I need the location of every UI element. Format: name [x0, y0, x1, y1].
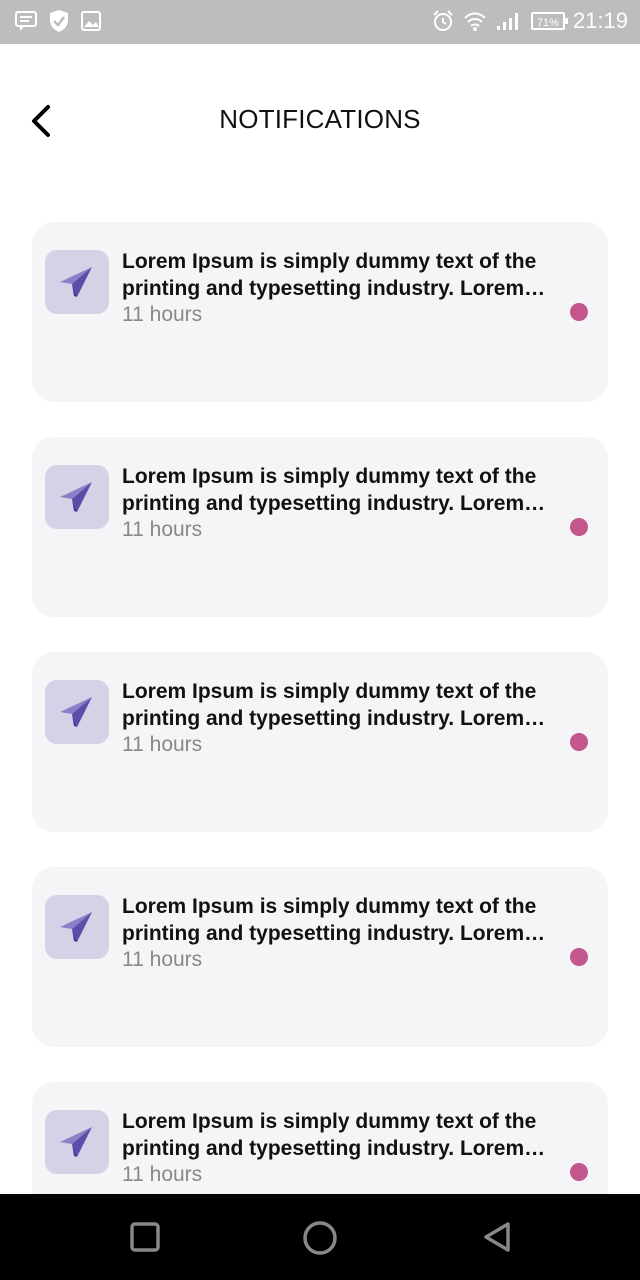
navigation-bar — [0, 1194, 640, 1280]
image-icon — [80, 10, 102, 32]
notification-text: Lorem Ipsum is simply dummy text of the … — [122, 1108, 552, 1188]
notification-message: Lorem Ipsum is simply dummy text of the … — [122, 465, 537, 515]
home-icon — [303, 1221, 337, 1255]
notification-text: Lorem Ipsum is simply dummy text of the … — [122, 463, 552, 543]
notification-text: Lorem Ipsum is simply dummy text of the … — [122, 248, 552, 328]
paper-plane-icon — [45, 680, 109, 744]
notification-message: Lorem Ipsum is simply dummy text of the … — [122, 1110, 537, 1160]
notification-time: 11 hours — [122, 733, 203, 756]
recent-apps-icon — [130, 1222, 160, 1252]
unread-indicator — [570, 733, 588, 751]
notification-card[interactable]: Lorem Ipsum is simply dummy text of the … — [32, 222, 608, 402]
system-back-button[interactable] — [480, 1220, 514, 1259]
notification-text: Lorem Ipsum is simply dummy text of the … — [122, 678, 552, 758]
notification-card[interactable]: Lorem Ipsum is simply dummy text of the … — [32, 867, 608, 1047]
status-bar: 71% 21:19 — [0, 0, 640, 44]
notification-list[interactable]: Lorem Ipsum is simply dummy text of the … — [32, 222, 608, 1194]
status-right-icons: 71% 21:19 — [431, 8, 628, 34]
notification-time: 11 hours — [122, 1163, 203, 1186]
signal-icon — [495, 10, 523, 32]
paper-plane-icon — [45, 250, 109, 314]
notification-card[interactable]: Lorem Ipsum is simply dummy text of the … — [32, 1082, 608, 1194]
notification-time: 11 hours — [122, 303, 203, 326]
paper-plane-icon — [45, 1110, 109, 1174]
unread-indicator — [570, 518, 588, 536]
home-button[interactable] — [301, 1220, 339, 1261]
back-icon — [484, 1222, 510, 1252]
alarm-icon — [431, 9, 455, 33]
notification-message: Lorem Ipsum is simply dummy text of the … — [122, 250, 537, 300]
notification-card[interactable]: Lorem Ipsum is simply dummy text of the … — [32, 652, 608, 832]
wifi-icon — [463, 10, 487, 32]
paper-plane-icon — [45, 895, 109, 959]
notification-time: 11 hours — [122, 948, 203, 971]
paper-plane-icon — [45, 465, 109, 529]
recent-apps-button[interactable] — [128, 1220, 162, 1259]
notification-text: Lorem Ipsum is simply dummy text of the … — [122, 893, 552, 973]
page-title: NOTIFICATIONS — [219, 104, 421, 134]
notification-card[interactable]: Lorem Ipsum is simply dummy text of the … — [32, 437, 608, 617]
notification-message: Lorem Ipsum is simply dummy text of the … — [122, 680, 537, 730]
notification-time: 11 hours — [122, 518, 203, 541]
notification-message: Lorem Ipsum is simply dummy text of the … — [122, 895, 537, 945]
unread-indicator — [570, 1163, 588, 1181]
unread-indicator — [570, 303, 588, 321]
status-time: 21:19 — [572, 8, 628, 33]
unread-indicator — [570, 948, 588, 966]
status-left-icons — [14, 9, 102, 33]
header: NOTIFICATIONS — [0, 44, 640, 194]
message-icon — [14, 10, 38, 32]
shield-icon — [48, 9, 70, 33]
battery-icon: 71% — [530, 12, 568, 30]
